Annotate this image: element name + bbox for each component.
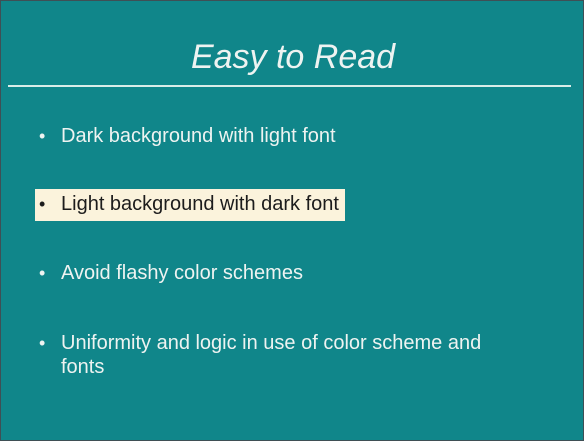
bullet-item: • Uniformity and logic in use of color s… xyxy=(39,331,501,379)
title-divider xyxy=(8,85,571,87)
bullet-dot-icon: • xyxy=(39,333,46,353)
bullet-dot-icon: • xyxy=(39,194,46,214)
bullet-dot-icon: • xyxy=(39,126,46,146)
bullet-text: Avoid flashy color schemes xyxy=(61,262,303,284)
bullet-item: • Dark background with light font xyxy=(39,124,336,148)
bullet-text: Light background with dark font xyxy=(61,193,339,215)
bullet-text: Uniformity and logic in use of color sch… xyxy=(61,332,482,378)
slide-title: Easy to Read xyxy=(190,38,396,76)
slide: Easy to Read • Dark background with ligh… xyxy=(0,0,584,441)
bullet-item-highlighted: • Light background with dark font xyxy=(35,189,345,221)
bullet-text: Dark background with light font xyxy=(61,125,336,147)
bullet-item: • Avoid flashy color schemes xyxy=(39,261,303,285)
bullet-dot-icon: • xyxy=(39,263,46,283)
